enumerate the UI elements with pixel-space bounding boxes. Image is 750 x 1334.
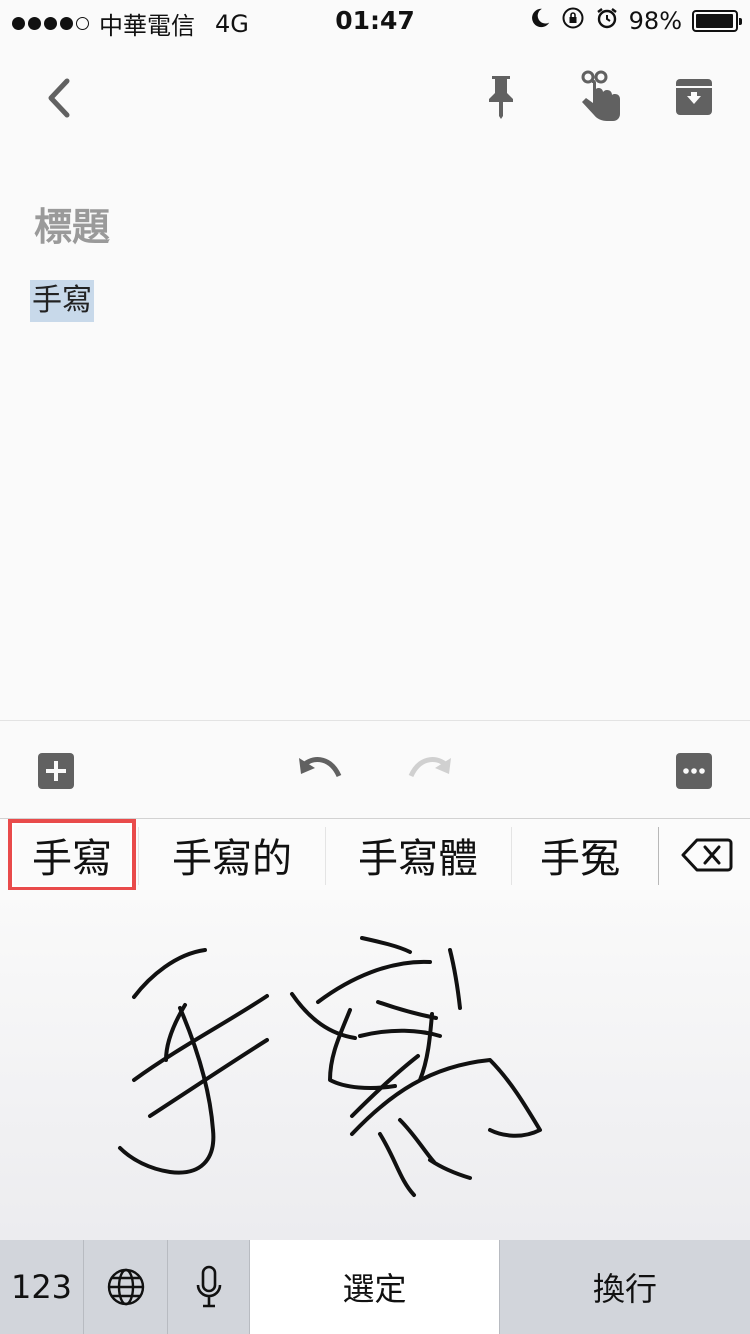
battery-icon: [692, 10, 742, 32]
candidate-divider: [138, 827, 139, 885]
handwriting-canvas[interactable]: [0, 890, 750, 1240]
alarm-icon: [595, 6, 619, 36]
editor-toolbar: [0, 720, 750, 818]
numbers-key[interactable]: 123: [0, 1240, 84, 1334]
status-bar: 中華電信 4G 01:47 98%: [0, 0, 750, 40]
archive-icon: [676, 79, 712, 115]
handwriting-strokes: [118, 936, 542, 1197]
note-body-text[interactable]: 手寫: [30, 280, 94, 322]
battery-fill: [696, 14, 734, 28]
microphone-icon: [196, 1265, 221, 1308]
redo-icon: [408, 757, 451, 778]
reminder-button[interactable]: [572, 68, 624, 124]
globe-icon: [107, 1268, 144, 1306]
candidate-item[interactable]: 手寫的: [140, 819, 324, 891]
globe-key[interactable]: [84, 1240, 168, 1334]
keyboard-bottom-row: 123 選定 換行: [0, 1240, 750, 1334]
microphone-key[interactable]: [168, 1240, 250, 1334]
pin-button[interactable]: [478, 70, 524, 122]
battery-percent: 98%: [628, 7, 682, 35]
rotation-lock-icon: [561, 6, 585, 36]
note-editor-screen: 中華電信 4G 01:47 98% 標題 手寫 手寫 手寫的 手寫體 手冤 12…: [0, 0, 750, 1334]
candidate-item[interactable]: 手寫體: [326, 819, 510, 891]
candidate-bar: 手寫 手寫的 手寫體 手冤: [0, 818, 750, 891]
candidate-divider: [658, 827, 659, 885]
redo-button[interactable]: [406, 753, 454, 789]
plus-box-icon: [38, 753, 74, 789]
candidate-item[interactable]: 手冤: [512, 819, 648, 891]
more-dots-icon: [676, 753, 712, 789]
backspace-icon: [681, 838, 733, 872]
confirm-key[interactable]: 選定: [250, 1240, 500, 1334]
status-right: 98%: [529, 6, 742, 36]
pin-icon: [489, 76, 513, 119]
archive-button[interactable]: [668, 72, 720, 122]
undo-icon: [299, 757, 342, 778]
finger-reminder-icon: [581, 70, 620, 121]
add-button[interactable]: [36, 751, 76, 791]
candidate-item[interactable]: 手寫: [8, 819, 136, 891]
back-button[interactable]: [30, 70, 86, 126]
chevron-left-icon: [48, 78, 70, 118]
undo-button[interactable]: [296, 753, 344, 789]
newline-key[interactable]: 換行: [500, 1240, 750, 1334]
delete-button[interactable]: [672, 833, 742, 877]
moon-icon: [529, 7, 551, 35]
note-title-field[interactable]: 標題: [34, 196, 110, 251]
more-button[interactable]: [674, 751, 714, 791]
